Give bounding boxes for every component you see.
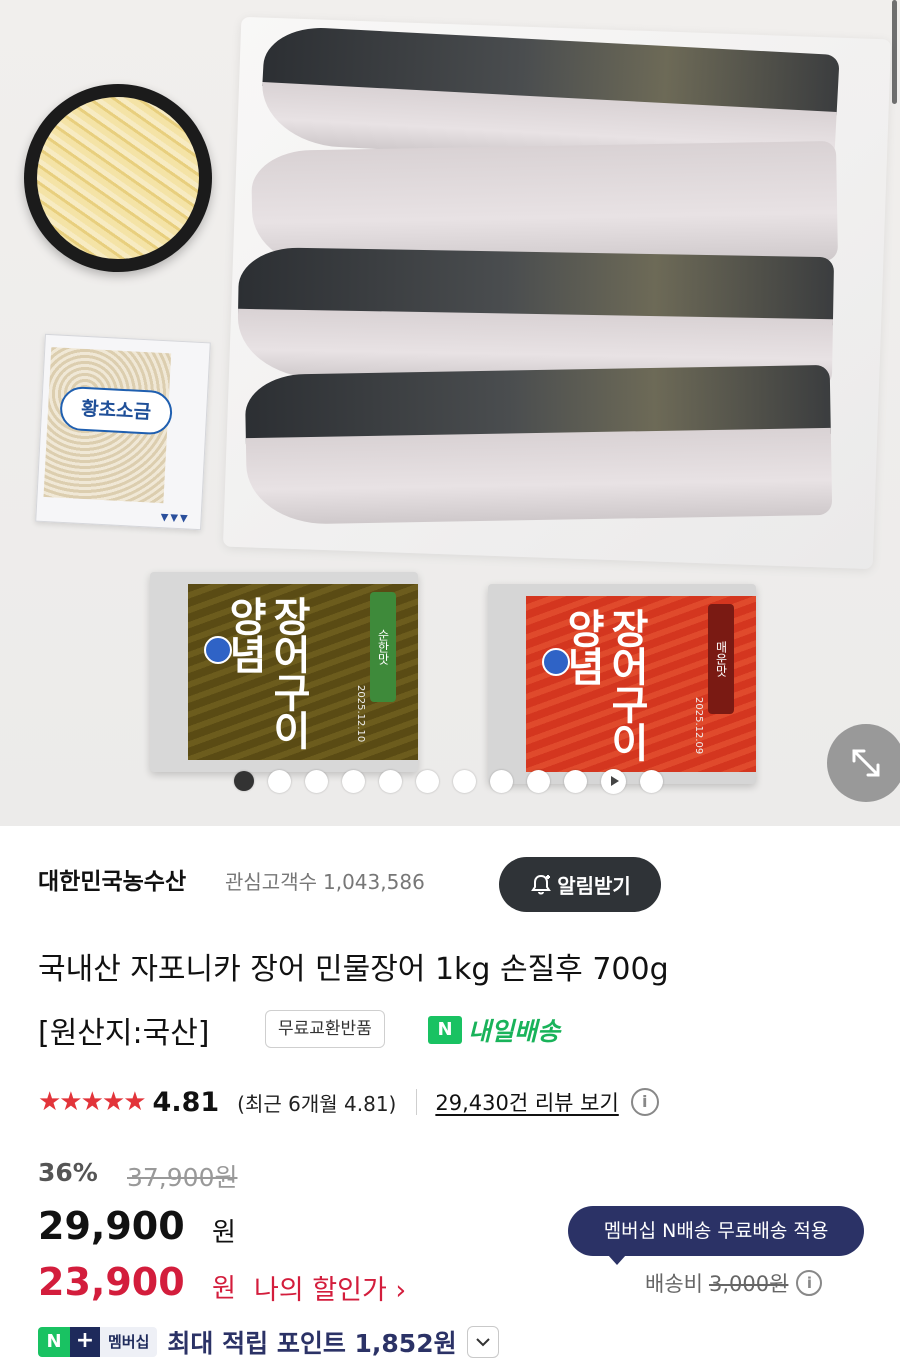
expand-icon: [852, 749, 880, 777]
sauce-packet-title: 장어구이양념: [221, 596, 312, 748]
divider: [416, 1089, 418, 1115]
carousel-dot[interactable]: [342, 769, 365, 793]
ginger-bowl: [24, 84, 212, 272]
carousel-dot[interactable]: [453, 769, 476, 793]
carousel-pagination: [234, 768, 663, 794]
store-fans: 관심고객수 1,043,586: [225, 866, 425, 895]
salt-packet-label: 황초소금: [59, 385, 174, 436]
sauce-packet-tag: 순한맛: [370, 592, 396, 702]
info-icon[interactable]: i: [630, 1088, 659, 1116]
shipping-fee-value: 3,000원: [708, 1272, 789, 1296]
eel-fillet: [244, 364, 833, 526]
reviews-link[interactable]: 29,430건 리뷰 보기: [435, 1087, 618, 1117]
store-name[interactable]: 대한민국농수산: [38, 862, 186, 896]
product-title-origin: [원산지:국산]: [38, 1016, 210, 1051]
points-row[interactable]: N + 멤버십 최대 적립 포인트 1,852원: [38, 1324, 499, 1360]
plus-icon: +: [70, 1327, 100, 1357]
play-icon: [610, 776, 619, 786]
my-discount-price[interactable]: 23,900: [38, 1260, 185, 1304]
my-discount-price-link[interactable]: 나의 할인가 ›: [254, 1268, 406, 1307]
fans-count: 1,043,586: [323, 870, 425, 894]
carousel-dot[interactable]: [268, 769, 291, 793]
naver-n-icon: N: [38, 1327, 70, 1357]
bell-plus-icon: [531, 874, 552, 894]
sale-price: 29,900: [38, 1204, 185, 1248]
carousel-play-button[interactable]: [601, 768, 626, 794]
naver-membership-badge: N + 멤버십: [38, 1327, 158, 1357]
carousel-dot[interactable]: [379, 769, 402, 793]
salt-packet: 황초소금 ▼▼▼: [35, 333, 211, 531]
naver-delivery-icon: N: [428, 1016, 462, 1044]
rating-score: 4.81: [152, 1086, 220, 1118]
membership-label: 멤버십: [100, 1327, 158, 1357]
carousel-dot[interactable]: [527, 769, 550, 793]
membership-free-shipping-tooltip: 멤버십 N배송 무료배송 적용: [568, 1206, 864, 1265]
sale-price-unit: 원: [212, 1218, 236, 1248]
page-scrollbar[interactable]: [892, 0, 897, 104]
free-exchange-badge[interactable]: 무료교환반품: [265, 1010, 385, 1048]
product-title: 국내산 자포니카 장어 민물장어 1kg 손질후 700g: [38, 952, 669, 987]
shipping-label: 배송비: [645, 1272, 703, 1296]
subscribe-alarm-button[interactable]: 알림받기: [499, 857, 661, 912]
sauce-packet-date: 2025.12.10: [355, 684, 366, 742]
next-day-delivery-badge[interactable]: N 내일배송: [428, 1012, 560, 1048]
discount-rate: 36%: [38, 1158, 98, 1187]
star-rating-icon: ★★★★★: [38, 1087, 147, 1117]
alarm-button-label: 알림받기: [557, 874, 631, 898]
carousel-dot[interactable]: [490, 769, 513, 793]
my-discount-price-unit: 원: [212, 1274, 236, 1304]
rating-row: ★★★★★ 4.81 (최근 6개월 4.81) 29,430건 리뷰 보기 i: [38, 1084, 659, 1120]
rating-recent: (최근 6개월 4.81): [237, 1091, 397, 1116]
sauce-packet-tag: 매운맛: [708, 604, 734, 714]
carousel-dot[interactable]: [564, 769, 587, 793]
next-day-delivery-label: 내일배송: [468, 1017, 561, 1046]
original-price: 37,900원: [127, 1163, 238, 1192]
carousel-dot[interactable]: [640, 769, 663, 793]
sauce-packet-date: 2025.12.09: [693, 696, 704, 754]
product-image-carousel[interactable]: 황초소금 ▼▼▼ 장어구이양념 순한맛 2025.12.10 장어구이양념 매운…: [0, 0, 900, 826]
fans-label: 관심고객수: [225, 870, 317, 894]
info-icon[interactable]: i: [796, 1270, 823, 1296]
sauce-packet-title: 장어구이양념: [559, 608, 650, 760]
max-points-text: 최대 적립 포인트 1,852원: [167, 1329, 457, 1358]
sauce-packet-mild: 장어구이양념 순한맛 2025.12.10: [150, 572, 418, 772]
expand-image-button[interactable]: [827, 724, 900, 802]
ginger-strips: [37, 97, 199, 259]
carousel-dot[interactable]: [305, 769, 328, 793]
carousel-dot[interactable]: [234, 771, 254, 791]
sauce-packet-spicy: 장어구이양념 매운맛 2025.12.09: [488, 584, 756, 784]
carousel-dot[interactable]: [416, 769, 439, 793]
chevron-down-icon: [475, 1338, 490, 1347]
expand-points-button[interactable]: [466, 1326, 499, 1358]
shipping-fee: 배송비 3,000원 i: [645, 1268, 823, 1298]
